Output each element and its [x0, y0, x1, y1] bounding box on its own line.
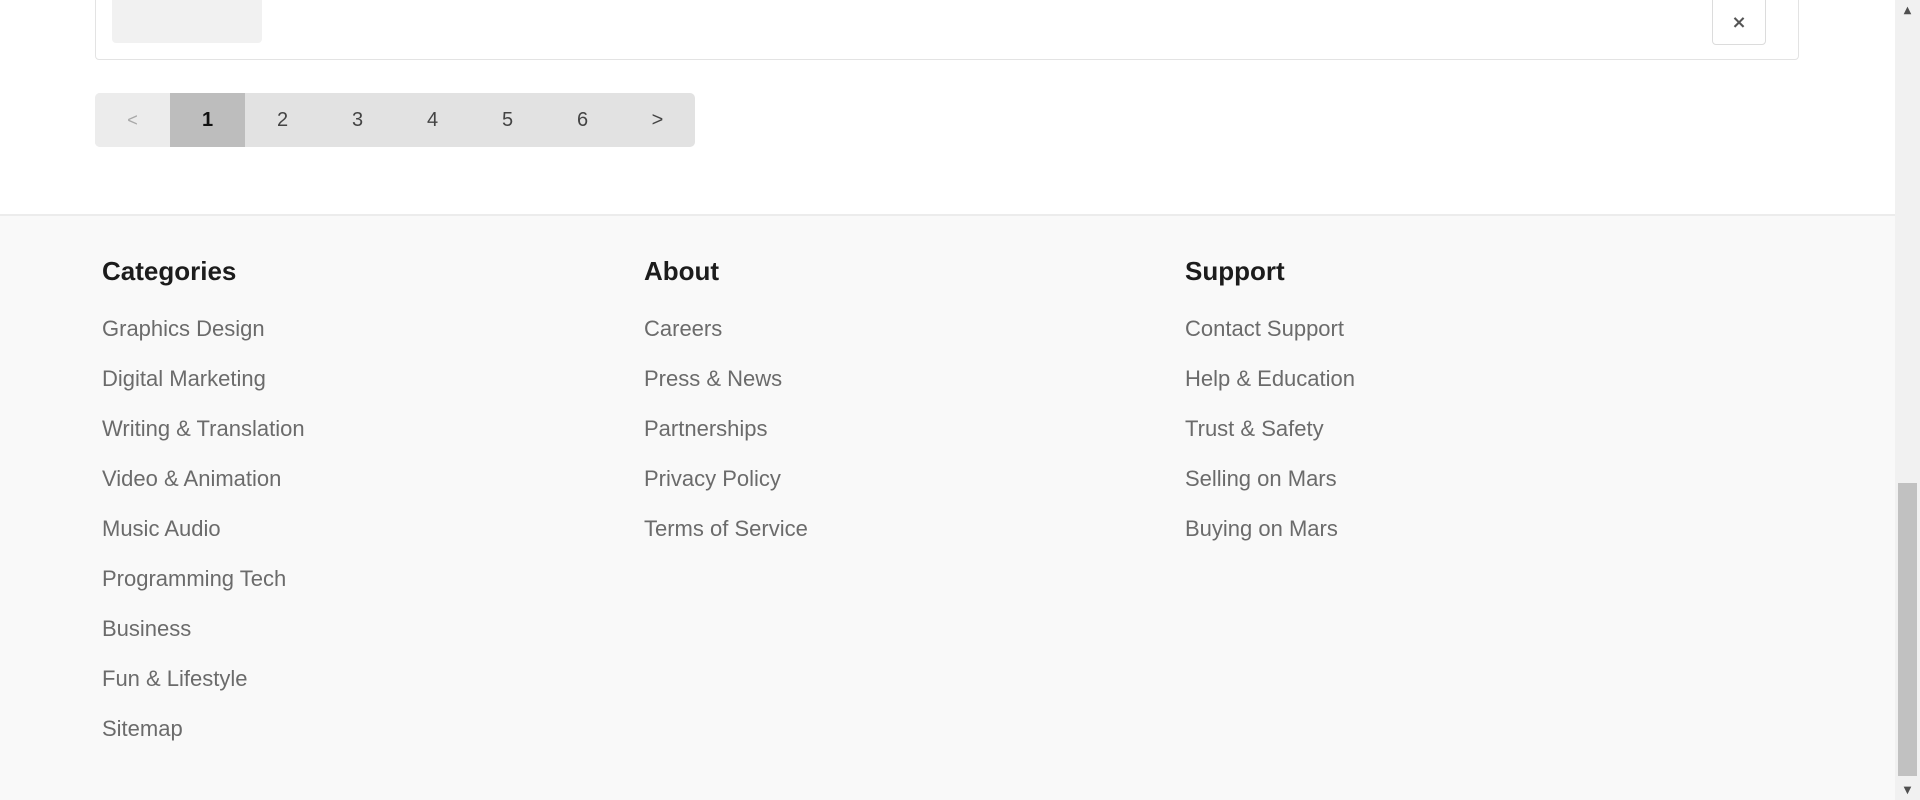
- footer-link-privacy-policy[interactable]: Privacy Policy: [644, 464, 808, 514]
- footer-link-graphics-design[interactable]: Graphics Design: [102, 314, 305, 364]
- scroll-down-arrow-icon[interactable]: ▼: [1895, 780, 1920, 800]
- footer-link-partnerships[interactable]: Partnerships: [644, 414, 808, 464]
- pagination-page-3[interactable]: 3: [320, 93, 395, 147]
- pagination-page-2[interactable]: 2: [245, 93, 320, 147]
- footer-about-list: Careers Press & News Partnerships Privac…: [644, 314, 808, 564]
- footer-support-list: Contact Support Help & Education Trust &…: [1185, 314, 1355, 564]
- footer-link-careers[interactable]: Careers: [644, 314, 808, 364]
- card-thumbnail: [112, 0, 262, 43]
- footer-link-music-audio[interactable]: Music Audio: [102, 514, 305, 564]
- pagination-page-1[interactable]: 1: [170, 93, 245, 147]
- site-footer: Categories Graphics Design Digital Marke…: [0, 214, 1895, 800]
- footer-link-business[interactable]: Business: [102, 614, 305, 664]
- close-icon: ×: [1731, 12, 1747, 33]
- pagination-page-4[interactable]: 4: [395, 93, 470, 147]
- page: × < 1 2 3 4 5 6 > Categories Graphics De…: [0, 0, 1895, 800]
- scrollbar-thumb[interactable]: [1898, 483, 1917, 776]
- footer-link-contact-support[interactable]: Contact Support: [1185, 314, 1355, 364]
- pagination-page-6[interactable]: 6: [545, 93, 620, 147]
- pagination-next-button[interactable]: >: [620, 93, 695, 147]
- footer-link-programming-tech[interactable]: Programming Tech: [102, 564, 305, 614]
- remove-button[interactable]: ×: [1712, 0, 1766, 45]
- pagination-prev-button[interactable]: <: [95, 93, 170, 147]
- footer-link-sitemap[interactable]: Sitemap: [102, 714, 305, 764]
- footer-about-heading: About: [644, 256, 720, 286]
- footer-link-terms-of-service[interactable]: Terms of Service: [644, 514, 808, 564]
- footer-link-press-news[interactable]: Press & News: [644, 364, 808, 414]
- footer-link-video-animation[interactable]: Video & Animation: [102, 464, 305, 514]
- footer-link-selling-on-mars[interactable]: Selling on Mars: [1185, 464, 1355, 514]
- footer-link-buying-on-mars[interactable]: Buying on Mars: [1185, 514, 1355, 564]
- footer-support-column: Support Contact Support Help & Education…: [1185, 254, 1355, 564]
- footer-link-trust-safety[interactable]: Trust & Safety: [1185, 414, 1355, 464]
- footer-link-help-education[interactable]: Help & Education: [1185, 364, 1355, 414]
- footer-link-fun-lifestyle[interactable]: Fun & Lifestyle: [102, 664, 305, 714]
- footer-categories-heading: Categories: [102, 256, 237, 286]
- footer-link-digital-marketing[interactable]: Digital Marketing: [102, 364, 305, 414]
- footer-support-heading: Support: [1185, 256, 1285, 286]
- footer-categories-list: Graphics Design Digital Marketing Writin…: [102, 314, 305, 764]
- listing-card: ×: [95, 0, 1799, 60]
- pagination-page-5[interactable]: 5: [470, 93, 545, 147]
- scroll-up-arrow-icon[interactable]: ▲: [1895, 0, 1920, 20]
- footer-link-writing-translation[interactable]: Writing & Translation: [102, 414, 305, 464]
- footer-about-column: About Careers Press & News Partnerships …: [644, 254, 808, 564]
- footer-categories-column: Categories Graphics Design Digital Marke…: [102, 254, 305, 764]
- vertical-scrollbar[interactable]: ▲ ▼: [1895, 0, 1920, 800]
- pagination: < 1 2 3 4 5 6 >: [95, 93, 695, 147]
